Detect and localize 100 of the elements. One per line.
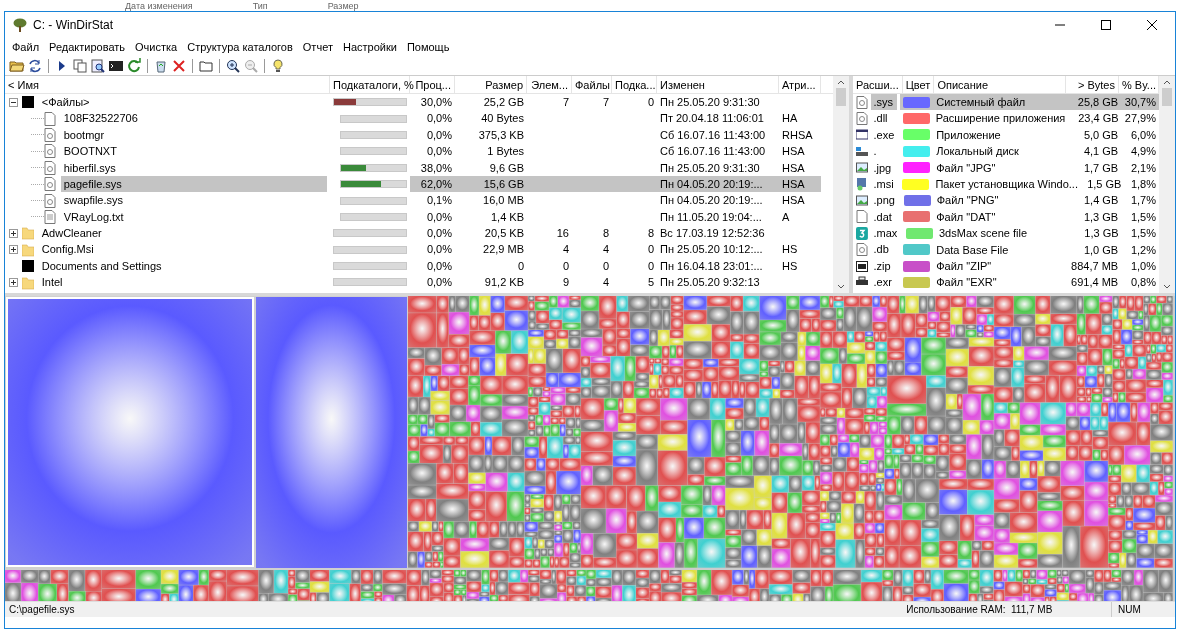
scroll-up-icon[interactable] (1163, 78, 1171, 85)
vertical-scrollbar[interactable] (833, 76, 849, 293)
extension-name[interactable]: .msi (870, 175, 897, 193)
column-header[interactable]: > Bytes (1066, 76, 1119, 94)
extension-name[interactable]: .jpg (870, 159, 898, 176)
extension-name[interactable]: .exr (870, 274, 898, 291)
gear-file-icon (44, 193, 56, 208)
table-cell: Пн 04.05.20 20:19:... (660, 194, 763, 207)
tree-item-name[interactable]: Intel (39, 274, 66, 291)
table-cell: HSA (782, 145, 805, 158)
tree-item-name[interactable]: bootmgr (61, 126, 107, 144)
menu-item[interactable]: Очистка (130, 39, 183, 55)
table-cell: 16,0 MB (483, 194, 524, 207)
treemap-drawing[interactable] (5, 296, 1173, 601)
table-cell: HSA (782, 194, 805, 207)
tree-item-name[interactable]: AdwCleaner (39, 225, 105, 242)
tree-item-name[interactable]: BOOTNXT (61, 143, 120, 160)
table-cell: 9 (562, 276, 569, 289)
table-cell: HA (782, 112, 798, 125)
expand-icon[interactable] (9, 245, 18, 255)
table-cell: Пн 25.05.20 9:32:13 (660, 276, 760, 289)
scroll-thumb[interactable] (836, 87, 846, 106)
copy-icon[interactable] (72, 57, 88, 74)
search-document-icon[interactable] (90, 57, 106, 74)
extension-name[interactable]: .db (870, 241, 898, 258)
extension-name[interactable]: .zip (870, 257, 898, 275)
table-cell: 0,0% (426, 112, 452, 125)
table-cell: 1,5 GB (1087, 177, 1122, 190)
column-header[interactable]: Цвет (902, 76, 935, 94)
table-cell: Файл "ZIP" (936, 259, 992, 272)
column-header[interactable]: Размер (455, 76, 527, 94)
table-cell: 0,0% (426, 145, 452, 158)
tree-item-name[interactable]: VRayLog.txt (61, 208, 127, 226)
window-icon (856, 128, 868, 142)
scroll-thumb[interactable] (1162, 87, 1172, 106)
column-header[interactable]: Элем... (527, 76, 572, 94)
table-cell: 4 (602, 243, 609, 256)
column-header[interactable]: < Имя (5, 76, 330, 94)
table-cell: 1 Bytes (487, 145, 524, 158)
help-icon[interactable] (270, 57, 286, 74)
table-cell: Файл "DAT" (936, 210, 996, 223)
gear-file-icon (44, 128, 56, 142)
table-cell: 8 (602, 227, 609, 240)
scroll-down-icon[interactable] (837, 284, 845, 291)
table-cell: Пт 20.04.18 11:06:01 (660, 112, 764, 125)
expand-icon[interactable] (9, 278, 18, 287)
extension-name[interactable]: .dll (870, 110, 897, 127)
table-cell: Пн 04.05.20 20:19:... (660, 177, 763, 190)
vertical-scrollbar[interactable] (1159, 76, 1175, 293)
column-header[interactable]: Расши... (853, 76, 903, 94)
table-cell: 62,0% (420, 177, 452, 190)
close-icon (1147, 20, 1157, 30)
column-header[interactable]: Подка... (612, 76, 657, 94)
expand-icon[interactable] (9, 228, 18, 238)
table-cell: 1,4 GB (1084, 194, 1119, 207)
refresh-icon[interactable] (126, 57, 142, 74)
table-cell: 0,0% (426, 259, 452, 272)
scroll-up-icon[interactable] (837, 78, 845, 85)
refresh-icon[interactable] (27, 57, 43, 74)
tree-item-name[interactable]: hiberfil.sys (61, 159, 119, 176)
extension-name[interactable]: .dat (870, 208, 898, 226)
menu-item[interactable]: Помощь (401, 39, 455, 55)
tree-item-name[interactable]: Config.Msi (39, 241, 97, 258)
table-cell: Файл "EXR" (936, 276, 997, 289)
delete-icon[interactable] (171, 57, 187, 74)
tree-item-name[interactable]: <Файлы> (39, 93, 93, 111)
table-cell: 0,8% (1130, 276, 1156, 289)
menu-item[interactable]: Настройки (337, 39, 402, 55)
tree-item-name[interactable]: pagefile.sys (61, 175, 125, 193)
tree-item-name[interactable]: 108F32522706 (61, 110, 141, 127)
column-header[interactable]: Изменен (657, 76, 779, 94)
column-header[interactable]: Атри... (779, 76, 821, 94)
column-header[interactable]: Описание (934, 76, 1067, 94)
table-cell: 691,4 MB (1071, 276, 1119, 289)
zoom-in-icon[interactable] (225, 57, 241, 74)
table-cell: 884,7 MB (1071, 259, 1119, 272)
gear-file-icon (856, 112, 868, 126)
extension-name[interactable]: . (870, 143, 898, 160)
menu-item[interactable]: Отчет (297, 39, 338, 55)
column-header[interactable]: Файлы (572, 76, 612, 94)
menu-item[interactable]: Редактировать (44, 39, 131, 55)
table-cell: 1,7 GB (1083, 161, 1119, 174)
scroll-down-icon[interactable] (1163, 284, 1171, 291)
menu-item[interactable]: Файл (7, 39, 45, 55)
extension-name[interactable]: .max (870, 225, 900, 242)
tree-item-name[interactable]: swapfile.sys (61, 192, 126, 209)
collapse-icon[interactable] (9, 97, 18, 107)
column-header: Тип (252, 1, 268, 11)
subdir-bar (340, 180, 407, 189)
table-cell: 5,0 GB (1083, 128, 1119, 141)
status-path: C:\pagefile.sys (9, 603, 75, 617)
table-cell: 1,5% (1130, 210, 1156, 223)
extension-name[interactable]: .exe (870, 126, 898, 144)
table-cell: 0 (517, 259, 524, 272)
gear-file-icon (856, 95, 868, 109)
menu-item[interactable]: Структура каталогов (182, 39, 298, 55)
tree-item-name[interactable]: Documents and Settings (39, 257, 165, 275)
subdir-bar (340, 196, 407, 205)
table-cell: 91,2 KB (484, 276, 524, 289)
extension-name[interactable]: .png (870, 192, 898, 209)
